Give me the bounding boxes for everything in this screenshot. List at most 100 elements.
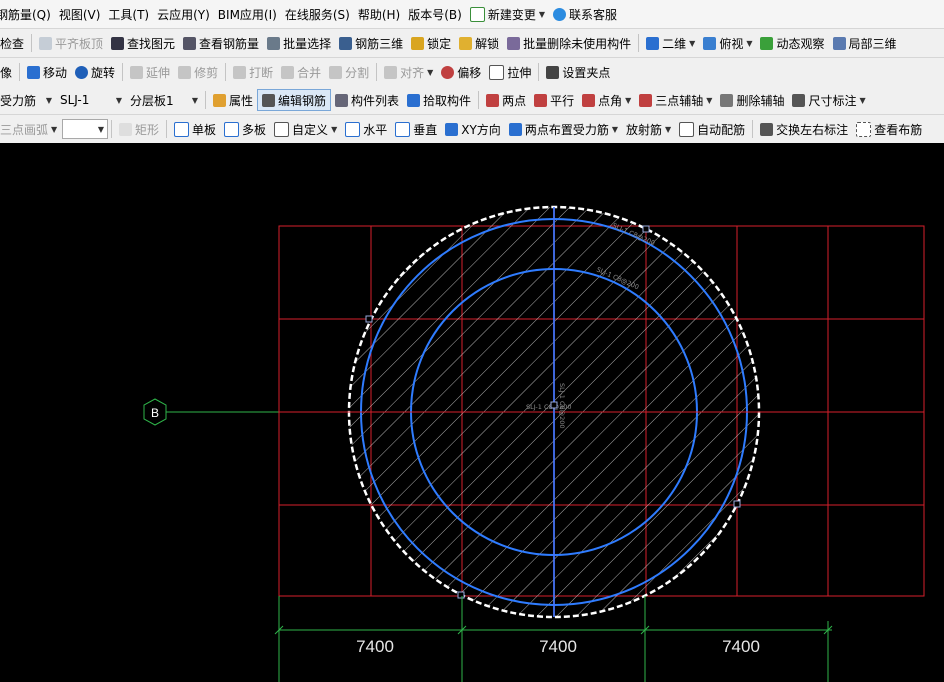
vertical-icon <box>395 121 411 137</box>
view-2d-dropdown[interactable]: 二维 ▼ <box>642 32 699 54</box>
arc-value-combo[interactable]: ▼ <box>62 119 108 139</box>
align-top-button[interactable]: 平齐板顶 <box>35 32 107 54</box>
layer-select[interactable]: 分层板1 ▼ <box>126 90 202 110</box>
check-button[interactable]: 检查 <box>0 32 28 54</box>
properties-button[interactable]: 属性 <box>209 89 257 111</box>
menu-help[interactable]: 帮助(H) <box>354 3 404 25</box>
delete-axis-label: 删除辅轴 <box>736 93 785 108</box>
three-point-axis-dropdown[interactable]: 三点辅轴 ▼ <box>635 89 716 111</box>
set-grip-label: 设置夹点 <box>562 65 611 80</box>
xy-direction-label: XY方向 <box>461 122 501 137</box>
menu-version[interactable]: 版本号(B) <box>404 3 466 25</box>
multi-board-button[interactable]: 多板 <box>220 118 270 140</box>
two-points-button[interactable]: 两点 <box>482 89 530 111</box>
chevron-down-icon: ▼ <box>45 95 52 105</box>
xy-direction-button[interactable]: XY方向 <box>441 118 505 140</box>
rectangle-label: 矩形 <box>135 122 160 137</box>
new-change-menu[interactable]: 新建变更 ▼ <box>466 3 549 25</box>
separator <box>638 34 640 52</box>
view-top-dropdown[interactable]: 俯视 ▼ <box>699 32 756 54</box>
horizontal-button[interactable]: 水平 <box>341 118 391 140</box>
point-angle-dropdown[interactable]: 点角 ▼ <box>578 89 635 111</box>
swap-labels-label: 交换左右标注 <box>776 122 849 137</box>
view-rebar-button[interactable]: 查看布筋 <box>852 118 926 140</box>
contact-support-menu[interactable]: 联系客服 <box>549 3 621 25</box>
move-button[interactable]: 移动 <box>23 61 71 83</box>
local-3d-button[interactable]: 局部三维 <box>829 32 901 54</box>
rotate-label: 旋转 <box>91 65 116 80</box>
offset-button[interactable]: 偏移 <box>437 61 485 83</box>
delete-axis-icon <box>720 93 734 107</box>
batch-select-button[interactable]: 批量选择 <box>263 32 335 54</box>
stretch-button[interactable]: 拉伸 <box>485 61 535 83</box>
orbit-icon <box>760 36 774 50</box>
grip-point[interactable] <box>733 500 741 508</box>
rebar-type-select[interactable]: 受力筋 ▼ <box>0 90 56 110</box>
xy-direction-icon <box>445 122 459 136</box>
menu-bim[interactable]: BIM应用(I) <box>214 3 281 25</box>
find-element-label: 查找图元 <box>127 36 176 51</box>
separator <box>19 63 21 81</box>
rebar-name-select[interactable]: SLJ-1 ▼ <box>56 90 126 110</box>
rebar-3d-button[interactable]: 钢筋三维 <box>335 32 407 54</box>
align-dropdown[interactable]: 对齐 ▼ <box>380 61 437 83</box>
grip-point[interactable] <box>642 225 650 233</box>
custom-label: 自定义 <box>292 122 329 137</box>
single-board-button[interactable]: 单板 <box>170 118 220 140</box>
lock-button[interactable]: 锁定 <box>407 32 455 54</box>
extend-button[interactable]: 延伸 <box>126 61 174 83</box>
menu-tools[interactable]: 工具(T) <box>104 3 153 25</box>
menu-online-service[interactable]: 在线服务(S) <box>281 3 354 25</box>
dynamic-observe-button[interactable]: 动态观察 <box>756 32 828 54</box>
separator <box>122 63 124 81</box>
trim-label: 修剪 <box>194 65 219 80</box>
axis-bubble-b[interactable]: B <box>143 398 167 426</box>
merge-button[interactable]: 合并 <box>277 61 325 83</box>
view-rebar-qty-button[interactable]: 查看钢筋量 <box>179 32 263 54</box>
set-grip-button[interactable]: 设置夹点 <box>542 61 614 83</box>
properties-icon <box>213 93 226 107</box>
auto-rebar-button[interactable]: 自动配筋 <box>675 118 749 140</box>
break-button[interactable]: 打断 <box>229 61 277 83</box>
custom-dropdown[interactable]: 自定义 ▼ <box>270 118 341 140</box>
auto-rebar-icon <box>679 121 695 137</box>
point-angle-icon <box>582 93 596 107</box>
offset-icon <box>441 65 455 79</box>
unlock-button[interactable]: 解锁 <box>455 32 503 54</box>
move-label: 移动 <box>43 65 68 80</box>
new-change-label: 新建变更 <box>487 7 536 22</box>
toolbar-2: 像 移动 旋转 延伸 修剪 打断 合并 分割 对齐 ▼ 偏移 拉伸 设置夹点 <box>0 58 944 87</box>
batch-delete-button[interactable]: 批量删除未使用构件 <box>503 32 635 54</box>
grip-point-center[interactable] <box>550 401 558 409</box>
split-button[interactable]: 分割 <box>325 61 373 83</box>
radial-rebar-dropdown[interactable]: 放射筋 ▼ <box>622 118 675 140</box>
grip-point[interactable] <box>457 591 465 599</box>
menu-cloud[interactable]: 云应用(Y) <box>153 3 214 25</box>
toolbar-1: 检查 平齐板顶 查找图元 查看钢筋量 批量选择 钢筋三维 锁定 解锁 批量删除未… <box>0 29 944 58</box>
swap-labels-button[interactable]: 交换左右标注 <box>756 118 852 140</box>
image-button[interactable]: 像 <box>0 61 16 83</box>
trim-button[interactable]: 修剪 <box>174 61 222 83</box>
rectangle-button[interactable]: 矩形 <box>115 118 163 140</box>
view-rebar-label: 查看布筋 <box>874 122 923 137</box>
grip-point[interactable] <box>365 315 373 323</box>
component-list-button[interactable]: 构件列表 <box>331 89 403 111</box>
delete-axis-button[interactable]: 删除辅轴 <box>716 89 788 111</box>
rotate-button[interactable]: 旋转 <box>71 61 119 83</box>
chevron-down-icon: ▼ <box>665 124 672 134</box>
vertical-button[interactable]: 垂直 <box>391 118 441 140</box>
menu-rebar-qty[interactable]: 钢筋量(Q) <box>0 3 55 25</box>
drawing-canvas[interactable]: B SLJ-1 C8@200 SLJ-1 C8@200 SLJ-1 C8@200… <box>0 143 944 682</box>
menu-view[interactable]: 视图(V) <box>55 3 105 25</box>
find-element-button[interactable]: 查找图元 <box>107 32 179 54</box>
parallel-button[interactable]: 平行 <box>530 89 578 111</box>
three-point-arc-select[interactable]: 三点画弧 ▼ <box>0 119 58 139</box>
dimension-dropdown[interactable]: 尺寸标注 ▼ <box>788 89 869 111</box>
lock-icon <box>411 36 425 50</box>
two-point-rebar-dropdown[interactable]: 两点布置受力筋 ▼ <box>505 118 622 140</box>
pick-component-button[interactable]: 拾取构件 <box>403 89 475 111</box>
batch-select-label: 批量选择 <box>283 36 332 51</box>
rebar-type-value: 受力筋 <box>0 93 37 108</box>
edit-rebar-button[interactable]: 编辑钢筋 <box>257 89 332 111</box>
unlock-icon <box>459 36 473 50</box>
